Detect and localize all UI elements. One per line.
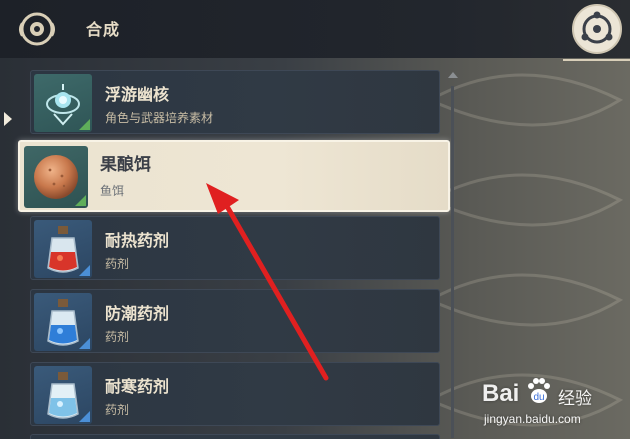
frostshield-potion-icon	[34, 366, 92, 424]
settings-emblem-icon[interactable]	[572, 4, 622, 54]
fruit-bait-icon	[24, 146, 88, 208]
crafting-item-list: 浮游幽核 角色与武器培养素材 果酿饵 鱼饵 耐热药剂 药剂 防潮药剂 药剂 耐寒…	[0, 58, 450, 439]
heatshield-potion-icon	[34, 220, 92, 278]
item-category: 角色与武器培养素材	[105, 111, 214, 125]
list-item-fruit-bait[interactable]: 果酿饵 鱼饵	[18, 140, 450, 212]
watermark-brand: Bai	[482, 380, 520, 407]
rarity-corner-marker	[75, 195, 86, 206]
crafting-emblem-icon[interactable]	[16, 9, 58, 49]
rarity-corner-marker	[79, 265, 90, 276]
svg-text:du: du	[533, 392, 544, 403]
item-category: 药剂	[105, 257, 130, 271]
list-scrollbar[interactable]	[447, 70, 459, 439]
list-item-floating-core[interactable]: 浮游幽核 角色与武器培养素材	[30, 70, 440, 134]
item-name: 耐寒药剂	[105, 377, 170, 396]
baidu-jingyan-watermark: Bai du 经验 jingyan.baidu.com	[482, 376, 622, 432]
rarity-corner-marker	[79, 119, 90, 130]
item-name: 浮游幽核	[105, 85, 170, 104]
scroll-up-icon[interactable]	[448, 72, 458, 78]
floating-core-icon	[34, 74, 92, 132]
item-category: 药剂	[105, 330, 130, 344]
scroll-track[interactable]	[451, 86, 454, 438]
item-name: 果酿饵	[100, 155, 151, 175]
list-item-partial[interactable]	[30, 434, 440, 439]
list-item-dustproof-potion[interactable]: 防潮药剂 药剂	[30, 289, 440, 353]
paw-icon: du	[526, 376, 552, 406]
list-item-heatshield-potion[interactable]: 耐热药剂 药剂	[30, 216, 440, 280]
page-title: 合成	[86, 20, 121, 39]
watermark-url: jingyan.baidu.com	[484, 412, 581, 426]
list-item-frostshield-potion[interactable]: 耐寒药剂 药剂	[30, 362, 440, 426]
top-bar: 合成	[0, 0, 630, 61]
watermark-brand-cn: 经验	[558, 389, 592, 409]
item-name: 防潮药剂	[105, 304, 170, 323]
dustproof-potion-icon	[34, 293, 92, 351]
rarity-corner-marker	[79, 338, 90, 349]
item-category: 药剂	[105, 403, 130, 417]
item-category: 鱼饵	[100, 184, 125, 198]
selection-indicator-icon	[4, 112, 12, 126]
rarity-corner-marker	[79, 411, 90, 422]
item-name: 耐热药剂	[105, 231, 170, 250]
